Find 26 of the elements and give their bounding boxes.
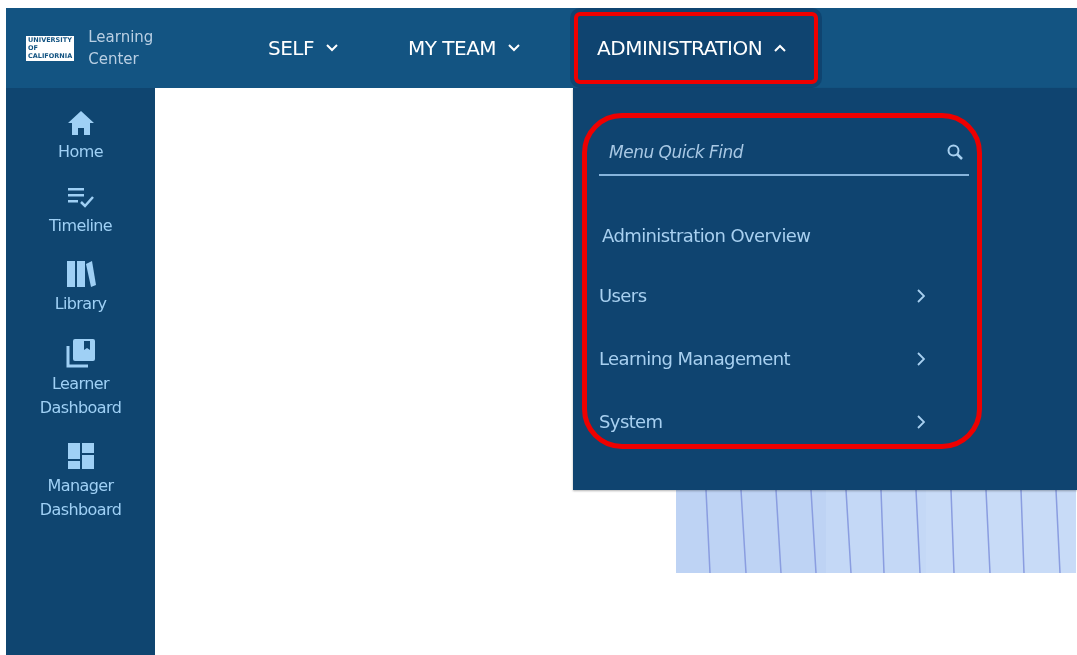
checklist-icon [66, 186, 95, 210]
search-icon [947, 144, 963, 160]
books-icon [65, 260, 96, 288]
sidebar-item[interactable]: Library [25, 260, 136, 316]
caret-up-icon [774, 44, 787, 52]
search-field[interactable]: Menu Quick Find [599, 142, 947, 162]
dashboard-icon [66, 442, 95, 470]
menu-item[interactable]: Administration Overview [599, 206, 969, 264]
menu-item[interactable]: System [599, 390, 969, 453]
caret-down-icon [508, 44, 521, 52]
bookmark-stack-icon [65, 338, 96, 368]
caret-down-icon [326, 44, 338, 52]
sidebar-item[interactable]: Learner Dashboard [25, 338, 136, 420]
sidebar-item[interactable]: Home [25, 110, 136, 164]
home-icon [66, 110, 95, 136]
chevron-right-icon [917, 414, 925, 429]
menu-item[interactable]: Learning Management [599, 327, 969, 390]
nav-menu-tab[interactable]: SELF [248, 8, 364, 88]
chevron-right-icon [917, 288, 925, 303]
chevron-right-icon [917, 351, 925, 366]
menu-item[interactable]: Users [599, 264, 969, 327]
sidebar-item[interactable]: Timeline [25, 186, 136, 238]
sidebar-item[interactable]: Manager Dashboard [25, 442, 136, 522]
logo-title: Learning Center [88, 27, 154, 70]
nav-menu-tab[interactable]: ADMINISTRATION [570, 8, 823, 88]
nav-menu-tab[interactable]: MY TEAM [388, 8, 547, 88]
